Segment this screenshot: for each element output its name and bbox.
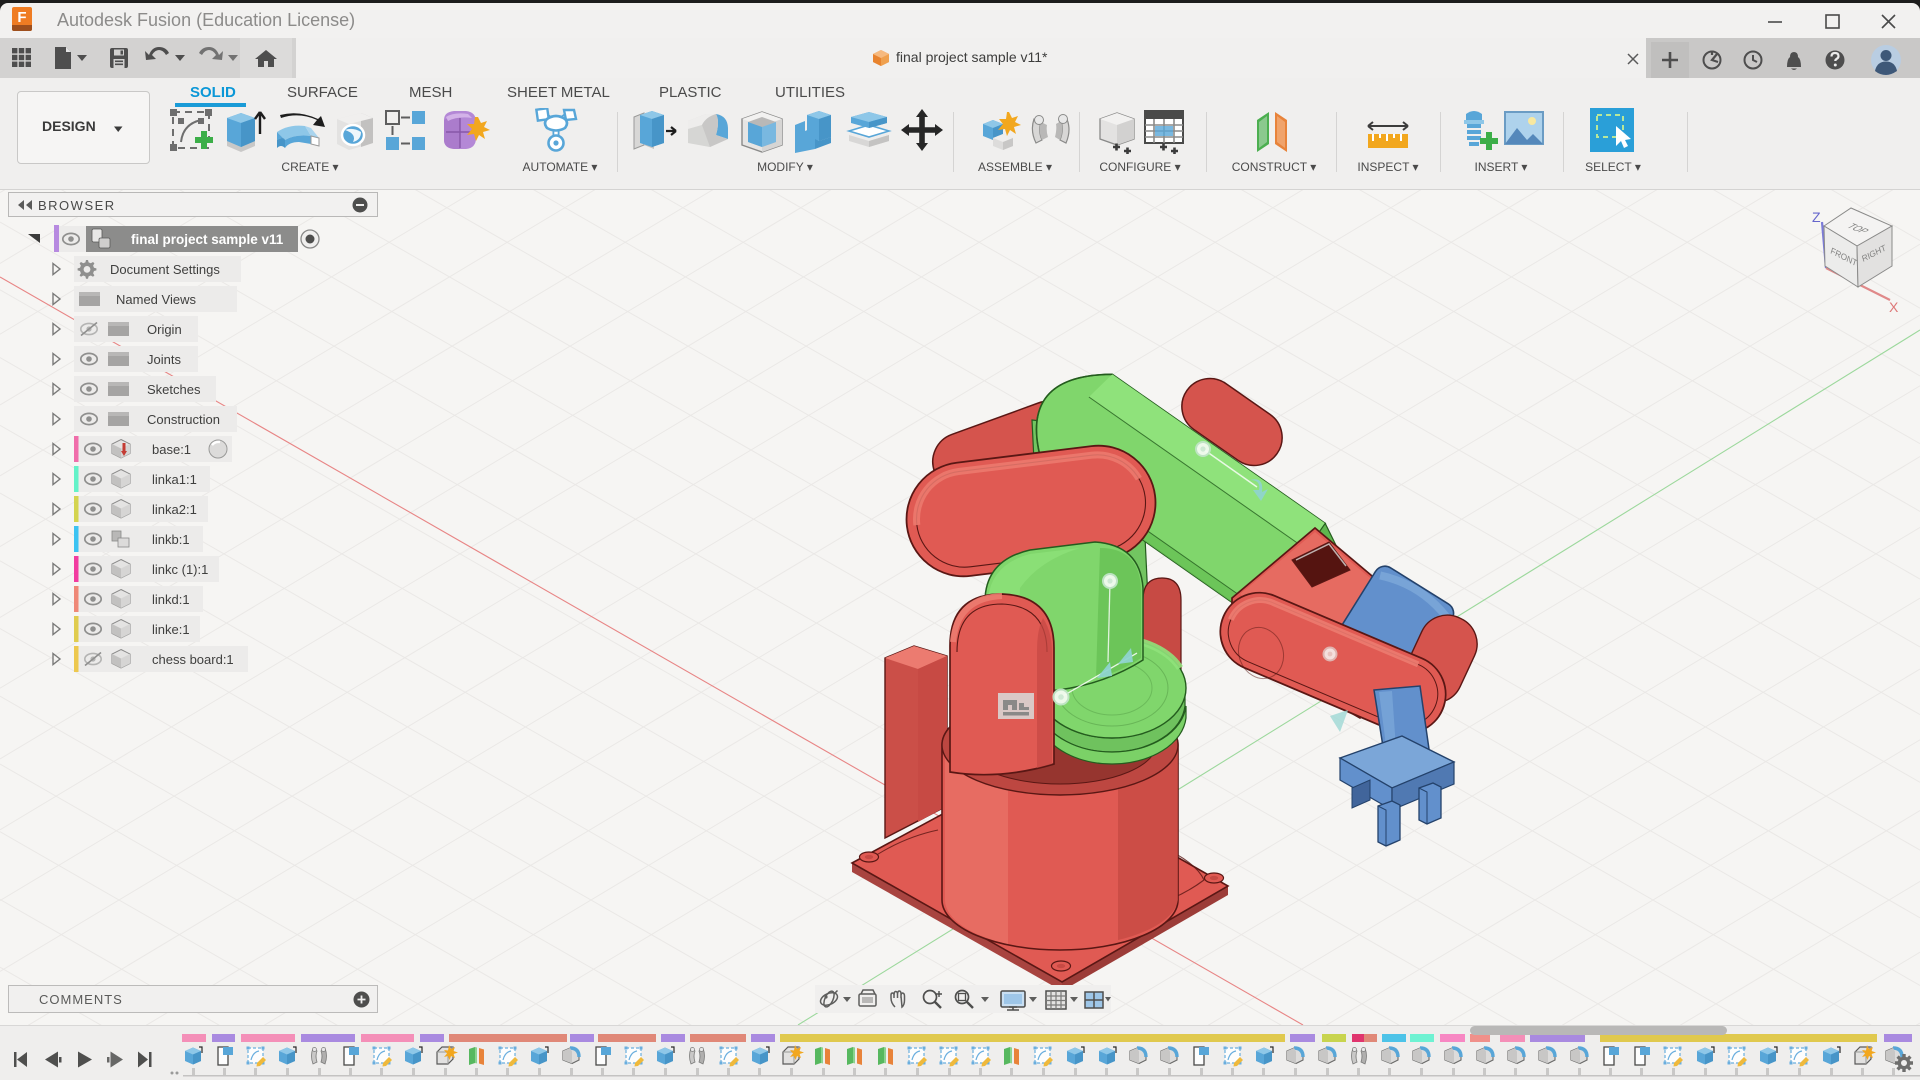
svg-text:Z: Z xyxy=(1812,209,1821,225)
svg-text:linka2:1: linka2:1 xyxy=(152,502,197,517)
svg-text:F: F xyxy=(17,9,26,26)
svg-text:linka1:1: linka1:1 xyxy=(152,472,197,487)
svg-text:linkd:1: linkd:1 xyxy=(152,592,190,607)
svg-text:base:1: base:1 xyxy=(152,442,191,457)
svg-text:Sketches: Sketches xyxy=(147,382,201,397)
svg-text:chess board:1: chess board:1 xyxy=(152,652,234,667)
svg-text:linkc (1):1: linkc (1):1 xyxy=(152,562,208,577)
svg-text:Named Views: Named Views xyxy=(116,292,196,307)
svg-text:Origin: Origin xyxy=(147,322,182,337)
svg-text:Construction: Construction xyxy=(147,412,220,427)
svg-text:Joints: Joints xyxy=(147,352,181,367)
svg-text:Document Settings: Document Settings xyxy=(110,262,220,277)
svg-text:X: X xyxy=(1889,299,1899,315)
svg-text:linke:1: linke:1 xyxy=(152,622,190,637)
svg-text:linkb:1: linkb:1 xyxy=(152,532,190,547)
